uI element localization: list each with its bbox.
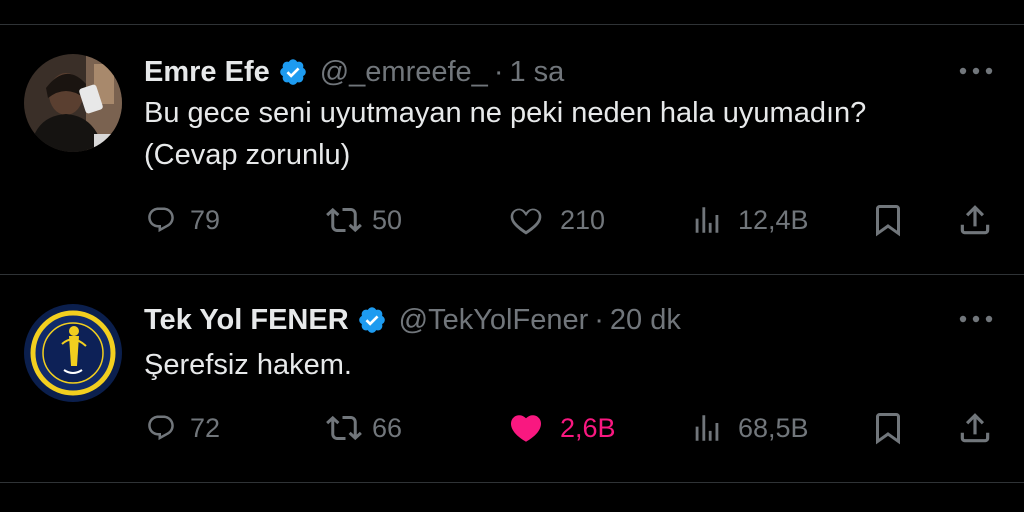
views-icon: [695, 207, 719, 233]
tweet-emre-efe[interactable]: Emre Efe @_emreefe_ · 1 sa Bu gece seni …: [0, 54, 1024, 250]
display-name[interactable]: Tek Yol FENER: [144, 304, 349, 337]
avatar[interactable]: [24, 304, 122, 402]
bookmark-button[interactable]: [870, 198, 906, 242]
display-name[interactable]: Emre Efe: [144, 56, 270, 89]
reply-icon: [148, 207, 174, 233]
tweet-text: Bu gece seni uyutmayan ne peki neden hal…: [144, 97, 867, 171]
bottom-divider: [0, 482, 1024, 483]
reply-count: 79: [190, 204, 221, 235]
reply-button[interactable]: 72: [146, 406, 220, 450]
verified-badge-icon: [358, 307, 385, 333]
timeline: Emre Efe @_emreefe_ · 1 sa Bu gece seni …: [0, 0, 1024, 512]
tweet-actions: 72 66 2,6B 68,5B: [0, 406, 1024, 450]
bookmark-button[interactable]: [870, 406, 906, 450]
tweet-tek-yol-fener[interactable]: Tek Yol FENER @TekYolFener · 20 dk Şeref…: [0, 302, 1024, 462]
like-icon: [510, 208, 542, 235]
share-icon: [960, 413, 990, 443]
like-button[interactable]: 2,6B: [508, 406, 616, 450]
retweet-count: 50: [372, 204, 403, 235]
fan-club-logo-icon: [24, 304, 122, 402]
handle[interactable]: @TekYolFener: [399, 304, 589, 337]
timestamp[interactable]: 20 dk: [610, 304, 681, 337]
tweet-header: Tek Yol FENER @TekYolFener · 20 dk: [144, 302, 681, 338]
views-icon: [695, 415, 719, 441]
share-icon: [960, 205, 990, 235]
share-button[interactable]: [956, 406, 994, 450]
retweet-icon: [326, 415, 362, 441]
separator-dot: ·: [493, 55, 504, 88]
tweet-header: Emre Efe @_emreefe_ · 1 sa: [144, 54, 564, 90]
more-icon[interactable]: [958, 66, 994, 76]
top-divider: [0, 24, 1024, 25]
separator-dot: ·: [594, 303, 604, 336]
timestamp[interactable]: 1 sa: [510, 56, 565, 89]
tweet-text: Şerefsiz hakem.: [144, 349, 352, 381]
retweet-icon: [326, 207, 362, 233]
like-count: 2,6B: [560, 412, 616, 443]
verified-badge-icon: [279, 59, 306, 85]
tweet-actions: 79 50 210 12,4B: [0, 198, 1024, 242]
share-button[interactable]: [956, 198, 994, 242]
views-count: 68,5B: [738, 412, 809, 443]
tweet-divider: [0, 274, 1024, 275]
avatar-photo-icon: [24, 54, 122, 152]
views-button[interactable]: 12,4B: [690, 198, 809, 242]
like-button[interactable]: 210: [508, 198, 605, 242]
like-count: 210: [560, 204, 606, 235]
reply-button[interactable]: 79: [146, 198, 220, 242]
reply-count: 72: [190, 412, 221, 443]
handle[interactable]: @_emreefe_: [320, 56, 488, 89]
views-button[interactable]: 68,5B: [690, 406, 809, 450]
retweet-button[interactable]: 66: [326, 406, 402, 450]
avatar[interactable]: [24, 54, 122, 152]
retweet-button[interactable]: 50: [326, 198, 402, 242]
bookmark-icon: [876, 413, 900, 445]
reply-icon: [148, 415, 174, 441]
retweet-count: 66: [372, 412, 403, 443]
bookmark-icon: [876, 205, 900, 237]
more-icon[interactable]: [958, 314, 994, 324]
like-filled-icon: [510, 415, 542, 442]
views-count: 12,4B: [738, 204, 809, 235]
